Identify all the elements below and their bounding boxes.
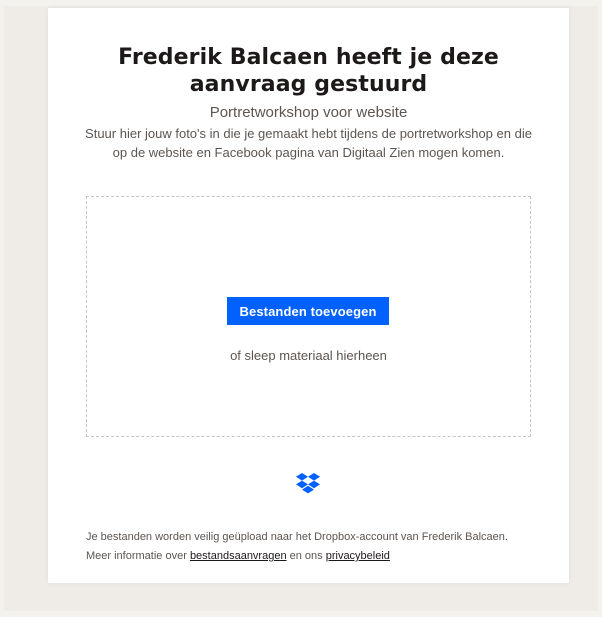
drop-hint: of sleep materiaal hierheen [230,348,387,363]
request-name: Portretworkshop voor website [209,104,408,121]
add-files-button[interactable]: Bestanden toevoegen [227,297,389,325]
request-title: Frederik Balcaen heeft je deze aanvraag … [118,45,499,97]
privacy-policy-link[interactable]: privacybeleid [326,550,390,562]
file-requests-link[interactable]: bestandsaanvragen [190,550,287,562]
footer-notice: Je bestanden worden veilig geüpload naar… [86,528,531,566]
file-request-card: Frederik Balcaen heeft je deze aanvraag … [48,8,569,583]
file-dropzone[interactable]: Bestanden toevoegen of sleep materiaal h… [86,196,531,437]
footer-text-middle: en ons [286,550,326,562]
request-description: Stuur hier jouw foto's in die je gemaakt… [85,126,532,160]
dropbox-icon [296,473,320,494]
